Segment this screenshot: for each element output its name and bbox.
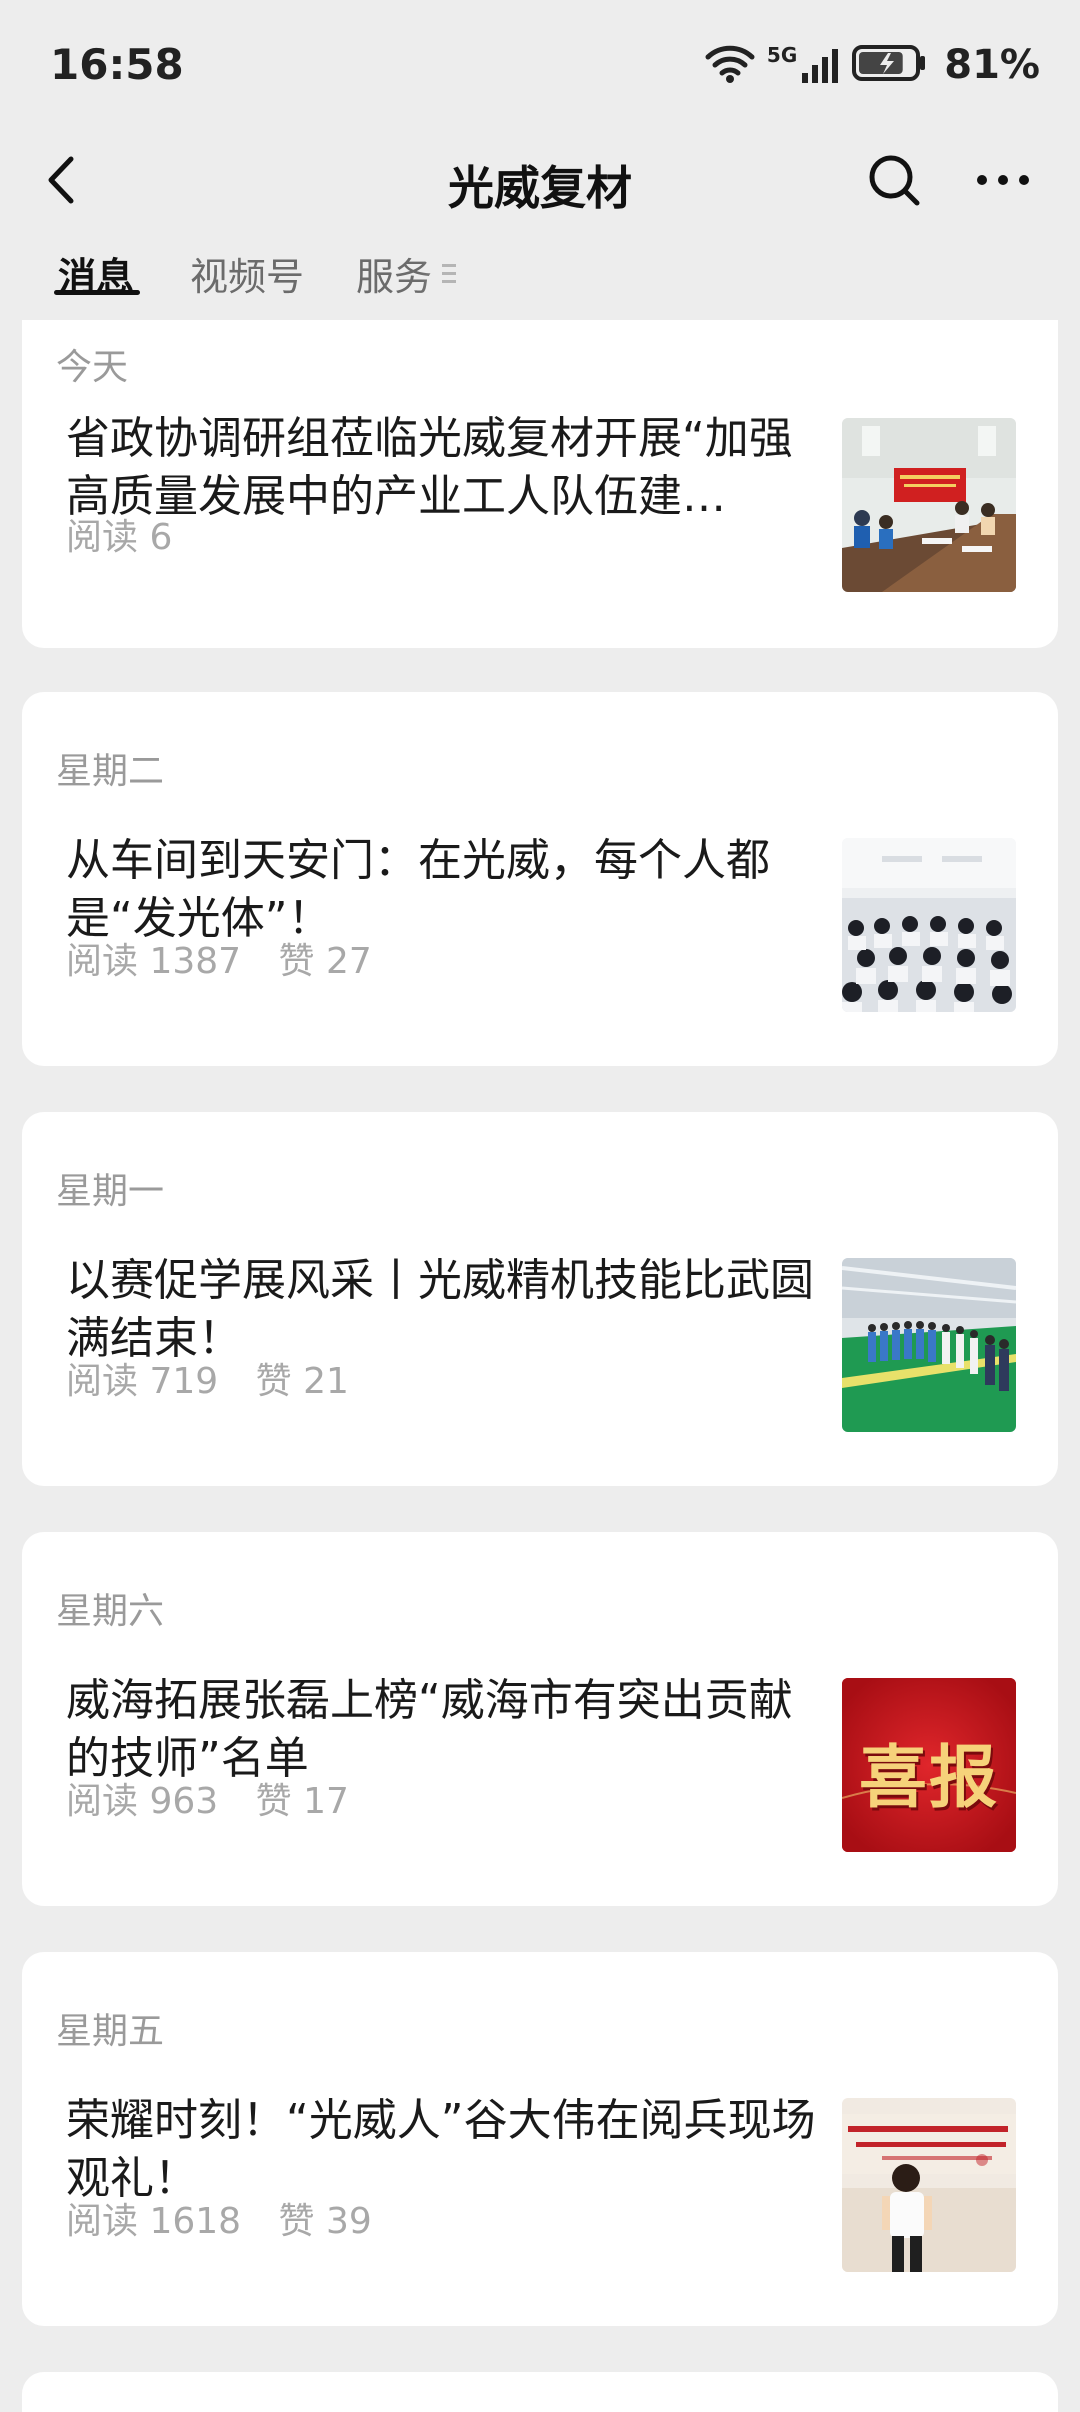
- tab-channels[interactable]: 视频号: [190, 246, 304, 301]
- like-count: 赞 21: [255, 1361, 349, 1402]
- wifi-icon: [705, 43, 755, 87]
- article-title[interactable]: 荣耀时刻！“光威人”谷大伟在阅兵现场观礼！: [66, 2092, 826, 2208]
- battery-icon: [852, 43, 928, 87]
- article-date: 星期二: [56, 751, 165, 792]
- nav-bar: 光威复材: [0, 130, 1080, 230]
- more-dots-icon: [977, 175, 1029, 185]
- article-thumbnail[interactable]: [842, 2098, 1016, 2272]
- battery-percent: 81%: [944, 42, 1040, 88]
- cellular-5g-icon: 5G: [767, 45, 840, 85]
- status-icons: 5G 81%: [705, 40, 1040, 90]
- article-meta: 阅读 1618 赞 39: [66, 2192, 372, 2244]
- article-thumbnail[interactable]: [842, 1258, 1016, 1432]
- article-date: 星期六: [56, 1591, 165, 1632]
- article-meta: 阅读 719 赞 21: [66, 1352, 349, 1404]
- article-thumbnail[interactable]: [842, 418, 1016, 592]
- status-time: 16:58: [50, 40, 184, 89]
- like-count: 赞 17: [255, 1781, 349, 1822]
- thumbnail-caption: 喜报: [858, 1738, 999, 1818]
- article-card[interactable]: 星期二 从车间到天安门：在光威，每个人都是“发光体”！ 阅读 1387 赞 27: [22, 692, 1058, 1066]
- article-card[interactable]: 今天 省政协调研组莅临光威复材开展“加强高质量发展中的产业工人队伍建… 阅读 6: [22, 320, 1058, 648]
- article-title[interactable]: 以赛促学展风采丨光威精机技能比武圆满结束！: [66, 1252, 826, 1368]
- tab-bar: 消息 视频号 服务: [0, 230, 1080, 320]
- search-button[interactable]: [862, 148, 926, 212]
- article-card[interactable]: [22, 2372, 1058, 2412]
- article-title[interactable]: 从车间到天安门：在光威，每个人都是“发光体”！: [66, 832, 826, 948]
- article-card[interactable]: 星期五 荣耀时刻！“光威人”谷大伟在阅兵现场观礼！ 阅读 1618 赞 39: [22, 1952, 1058, 2326]
- article-feed[interactable]: 今天 省政协调研组莅临光威复材开展“加强高质量发展中的产业工人队伍建… 阅读 6: [0, 320, 1080, 2412]
- read-count: 阅读 1618: [66, 2201, 242, 2242]
- read-count: 阅读 719: [66, 1361, 219, 1402]
- read-count: 阅读 6: [66, 517, 173, 558]
- article-title[interactable]: 省政协调研组莅临光威复材开展“加强高质量发展中的产业工人队伍建…: [66, 410, 826, 526]
- article-date: 今天: [56, 347, 129, 388]
- like-count: 赞 27: [278, 941, 372, 982]
- read-count: 阅读 1387: [66, 941, 242, 982]
- menu-lines-icon: [442, 264, 456, 283]
- status-bar: 16:58 5G 81%: [0, 0, 1080, 130]
- article-meta: 阅读 1387 赞 27: [66, 932, 372, 984]
- article-card[interactable]: 星期六 威海拓展张磊上榜“威海市有突出贡献的技师”名单 阅读 963 赞 17 …: [22, 1532, 1058, 1906]
- read-count: 阅读 963: [66, 1781, 219, 1822]
- article-meta: 阅读 6: [66, 508, 172, 560]
- article-title[interactable]: 威海拓展张磊上榜“威海市有突出贡献的技师”名单: [66, 1672, 826, 1788]
- article-thumbnail[interactable]: 喜报: [842, 1678, 1016, 1852]
- network-type: 5G: [766, 43, 798, 67]
- like-count: 赞 39: [278, 2201, 372, 2242]
- active-tab-indicator: [54, 290, 140, 295]
- article-card[interactable]: 星期一 以赛促学展风采丨光威精机技能比武圆满结束！ 阅读 719 赞 21: [22, 1112, 1058, 1486]
- search-icon: [869, 155, 920, 206]
- more-button[interactable]: [968, 148, 1038, 212]
- article-date: 星期五: [56, 2011, 165, 2052]
- tab-fade: [420, 230, 540, 320]
- article-date: 星期一: [56, 1171, 165, 1212]
- article-meta: 阅读 963 赞 17: [66, 1772, 349, 1824]
- article-thumbnail[interactable]: [842, 838, 1016, 1012]
